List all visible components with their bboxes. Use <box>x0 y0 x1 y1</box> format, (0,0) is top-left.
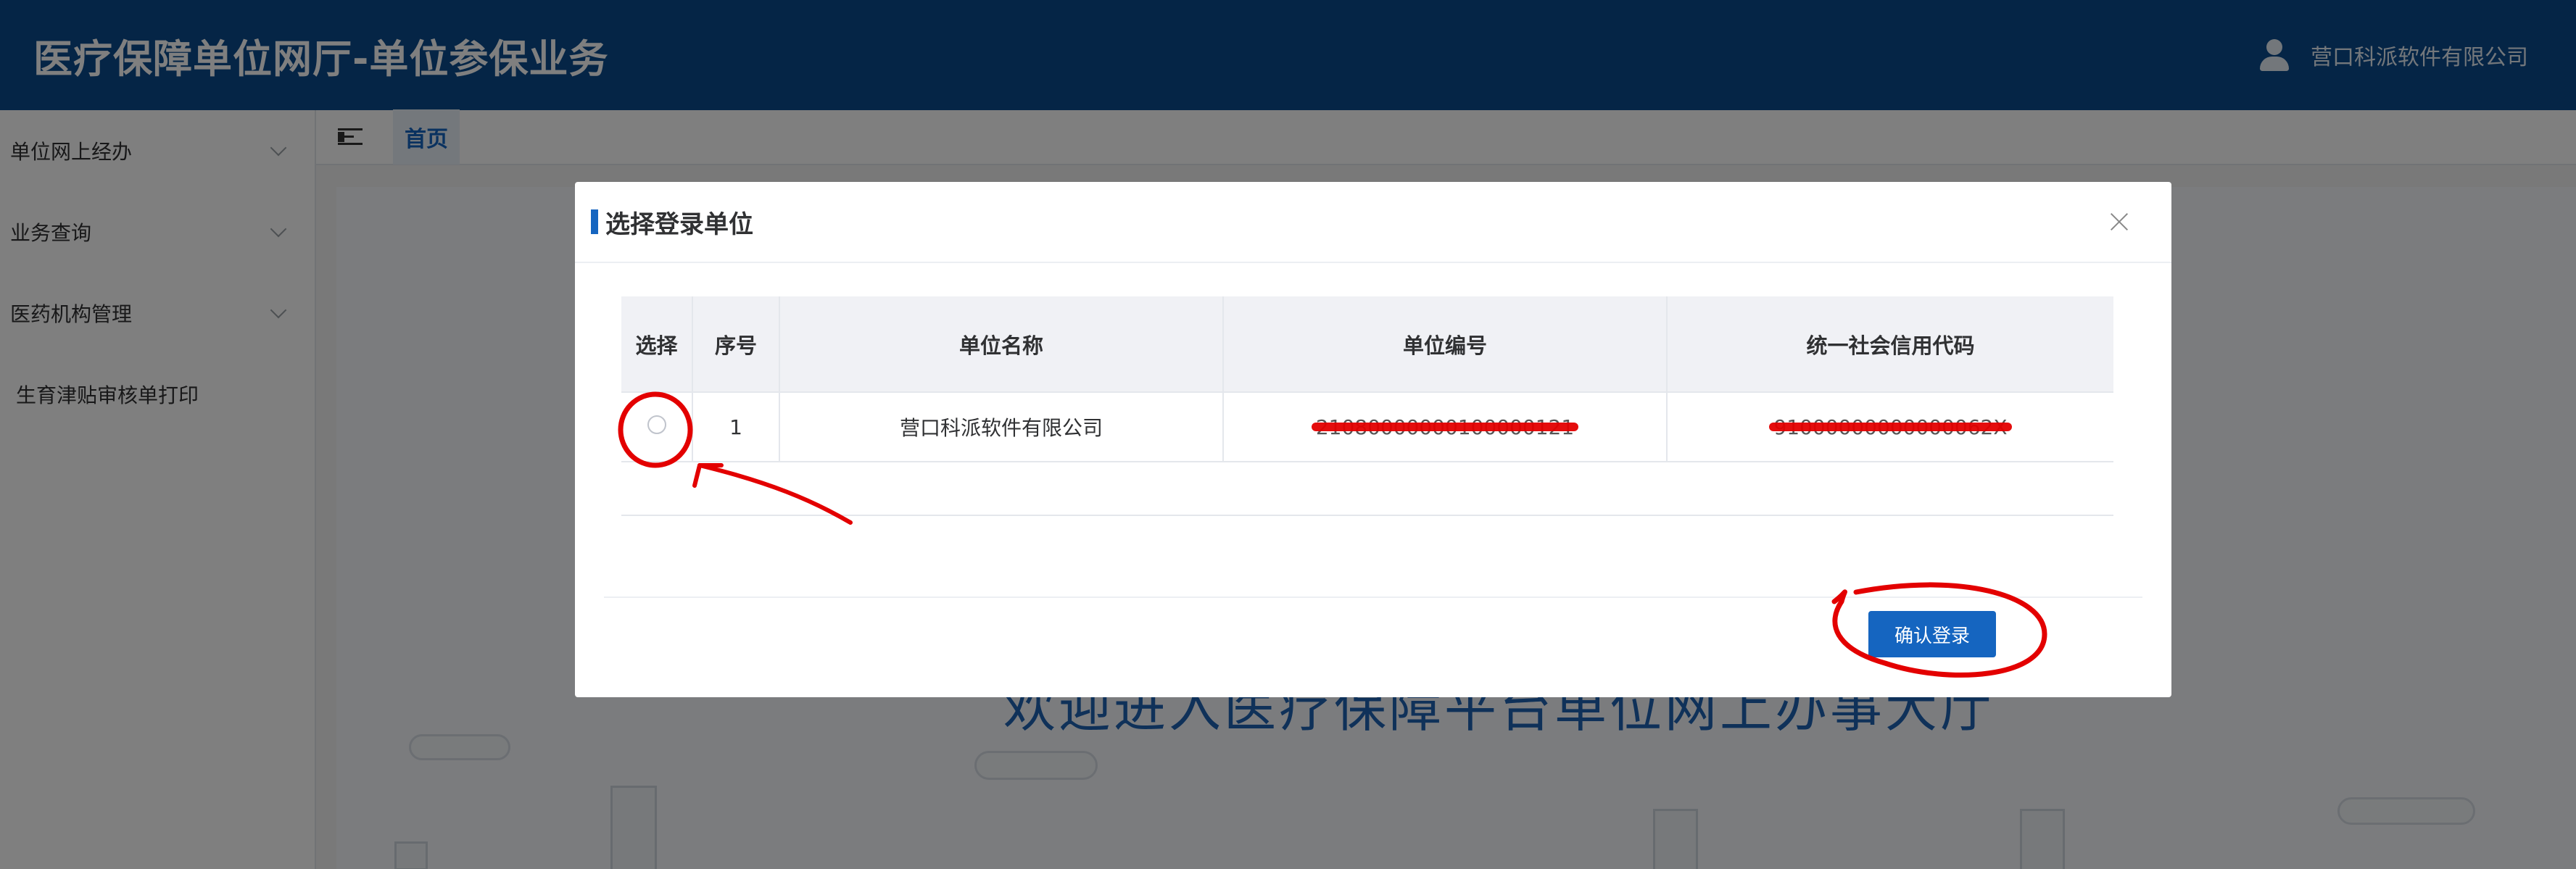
index-cell: 1 <box>692 392 780 462</box>
confirm-login-button[interactable]: 确认登录 <box>1868 611 1996 657</box>
column-header-index: 序号 <box>692 296 780 393</box>
dialog-title: 选择登录单位 <box>591 204 753 240</box>
unit-name-cell: 营口科派软件有限公司 <box>779 392 1224 462</box>
redacted-unit-code: 21080000000100000121 <box>1311 415 1579 439</box>
dialog-title-text: 选择登录单位 <box>605 209 753 239</box>
unit-radio-button[interactable] <box>647 415 666 434</box>
dialog-footer-divider <box>604 596 2142 598</box>
title-accent-bar <box>591 209 598 234</box>
credit-code-cell: 91000000000000062X <box>1666 392 2113 462</box>
redacted-credit-code: 91000000000000062X <box>1769 415 2012 439</box>
redaction-scribble <box>1311 423 1579 431</box>
column-header-select: 选择 <box>621 296 693 393</box>
table-row[interactable]: 1 营口科派软件有限公司 21080000000100000121 910000… <box>621 392 2113 462</box>
unit-code-cell: 21080000000100000121 <box>1222 392 1668 462</box>
column-header-unit-code: 单位编号 <box>1222 296 1668 393</box>
column-header-unit-name: 单位名称 <box>779 296 1224 393</box>
table-header-row: 选择 序号 单位名称 单位编号 统一社会信用代码 <box>621 296 2113 393</box>
table-empty-row <box>621 462 2113 516</box>
redaction-scribble <box>1769 423 2012 431</box>
select-unit-dialog: 选择登录单位 选择 序号 单位名称 单位编号 统一社会信用代码 1 营口科派软件… <box>575 182 2171 697</box>
unit-table: 选择 序号 单位名称 单位编号 统一社会信用代码 1 营口科派软件有限公司 <box>621 296 2113 516</box>
select-cell <box>621 392 693 462</box>
column-header-credit-code: 统一社会信用代码 <box>1666 296 2113 393</box>
dialog-header: 选择登录单位 <box>575 182 2171 263</box>
close-icon[interactable] <box>2109 212 2129 232</box>
app-window: 医疗保障单位网厅-单位参保业务 营口科派软件有限公司 单位网上经办 业务查询 医… <box>0 0 2576 869</box>
